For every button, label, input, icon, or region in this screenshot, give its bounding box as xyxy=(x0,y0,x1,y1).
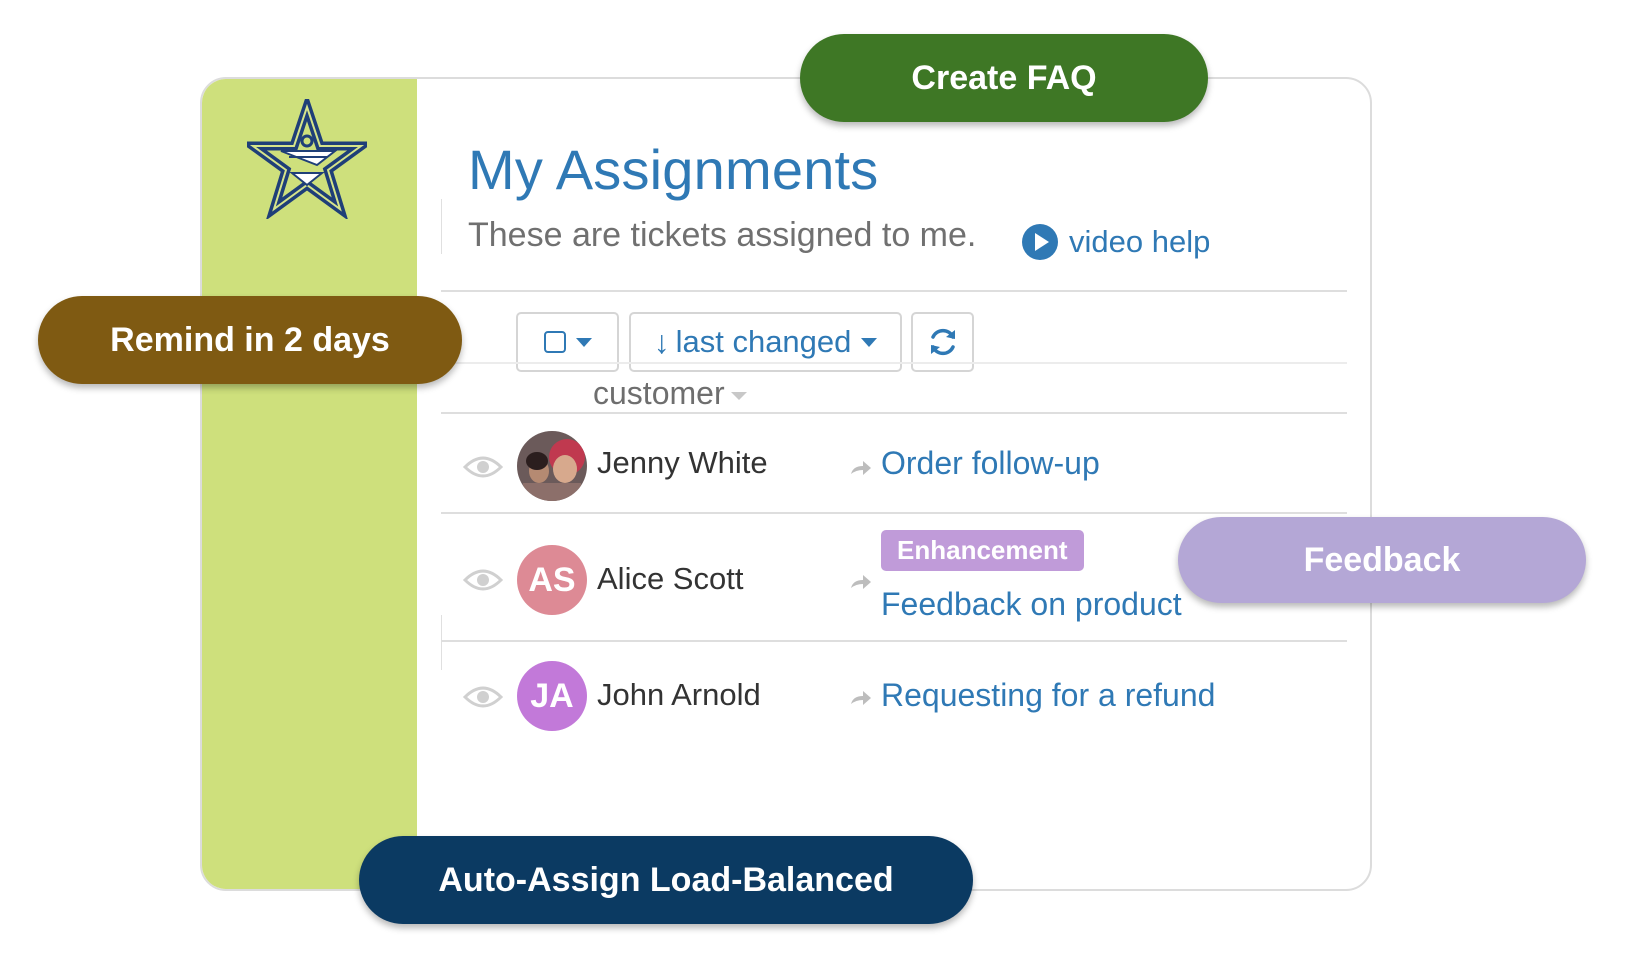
eye-icon[interactable] xyxy=(463,684,503,710)
avatar: JA xyxy=(517,661,587,731)
reply-arrow-icon xyxy=(851,691,871,705)
reply-arrow-icon xyxy=(851,575,871,589)
column-header-customer[interactable]: customer xyxy=(593,375,747,412)
video-help-label: video help xyxy=(1069,224,1211,259)
caret-down-icon xyxy=(730,391,747,400)
sort-direction-icon: ↓ xyxy=(653,324,670,360)
divider xyxy=(441,362,1347,364)
create-faq-button[interactable]: Create FAQ xyxy=(800,34,1208,122)
ticket-tag[interactable]: Enhancement xyxy=(881,530,1084,571)
eye-icon[interactable] xyxy=(463,454,503,480)
ticket-subject-link[interactable]: Requesting for a refund xyxy=(881,677,1215,714)
eye-icon[interactable] xyxy=(463,567,503,593)
avatar-photo xyxy=(517,431,587,501)
column-header-label: customer xyxy=(593,375,725,411)
avatar xyxy=(517,431,587,501)
page-title: My Assignments xyxy=(468,138,879,201)
divider xyxy=(441,290,1347,292)
sort-label: last changed xyxy=(675,324,852,359)
refresh-icon xyxy=(930,328,955,356)
customer-name: Alice Scott xyxy=(597,561,744,596)
checkbox-icon xyxy=(543,331,566,353)
auto-assign-button[interactable]: Auto-Assign Load-Balanced xyxy=(359,836,973,924)
divider xyxy=(441,199,442,254)
remind-button[interactable]: Remind in 2 days xyxy=(38,296,462,384)
caret-down-icon xyxy=(861,337,878,347)
ticket-subject-link[interactable]: Order follow-up xyxy=(881,445,1100,482)
sidebar xyxy=(202,79,417,889)
reply-arrow-icon xyxy=(851,461,871,475)
avatar: AS xyxy=(517,545,587,615)
table-row[interactable]: JA John Arnold Requesting for a refund xyxy=(441,642,1347,762)
customer-name: Jenny White xyxy=(597,445,768,480)
customer-name: John Arnold xyxy=(597,677,761,712)
star-logo-icon[interactable] xyxy=(247,99,367,219)
ticket-subject-link[interactable]: Feedback on product xyxy=(881,586,1182,623)
assignments-card: My Assignments These are tickets assigne… xyxy=(200,77,1372,891)
caret-down-icon xyxy=(575,337,592,347)
play-icon xyxy=(1022,224,1058,260)
main-panel: My Assignments These are tickets assigne… xyxy=(417,79,1370,889)
video-help-link[interactable]: video help xyxy=(1021,223,1210,261)
page-subtitle: These are tickets assigned to me. xyxy=(468,216,977,254)
feedback-button[interactable]: Feedback xyxy=(1178,517,1586,603)
